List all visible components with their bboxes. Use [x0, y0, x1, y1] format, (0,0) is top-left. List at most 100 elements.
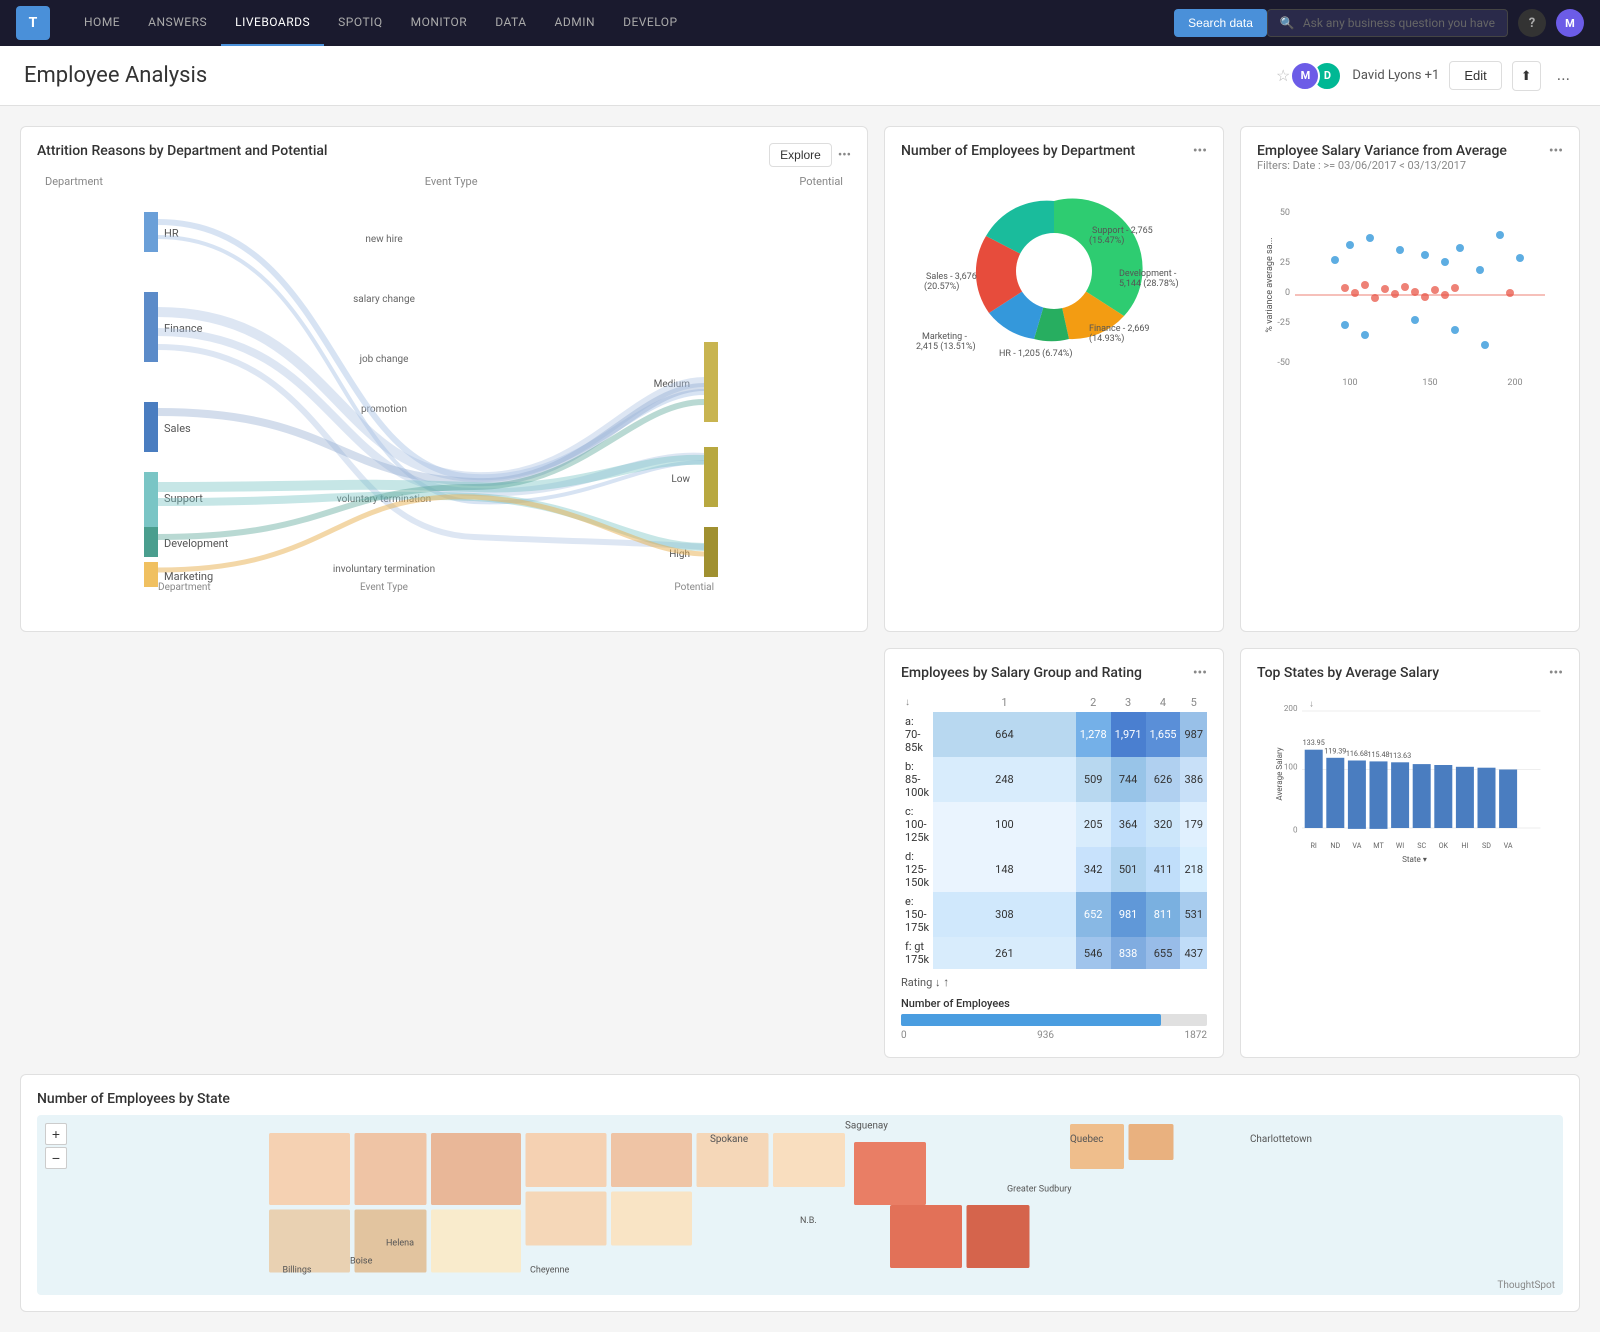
bar-ri: [1305, 750, 1323, 828]
header-actions: M D David Lyons +1 Edit ⬆ ...: [1290, 61, 1576, 91]
map-zoom-in[interactable]: +: [45, 1123, 67, 1145]
cell-c3: 364: [1111, 802, 1146, 847]
cell-c1: 100: [933, 802, 1076, 847]
dept-sales-label: Sales: [164, 422, 191, 435]
label-wi: WI: [1396, 841, 1404, 850]
edit-button[interactable]: Edit: [1449, 61, 1501, 90]
dept-hr-node: [144, 212, 158, 252]
state-sd: [526, 1192, 607, 1246]
cell-b2: 509: [1076, 757, 1111, 802]
map-watermark: ThoughtSpot: [1497, 1280, 1555, 1291]
cell-d1: 148: [933, 847, 1076, 892]
cell-f2: 546: [1076, 937, 1111, 969]
nav-answers[interactable]: ANSWERS: [134, 0, 221, 46]
state-mi: [773, 1133, 845, 1187]
bdot15: [1481, 341, 1489, 349]
donut-label-marketing: Marketing -: [922, 332, 967, 342]
charts-row-2: Employees by Salary Group and Rating •••…: [20, 648, 1580, 1058]
cell-d4: 411: [1146, 847, 1181, 892]
cell-d5: 218: [1180, 847, 1207, 892]
potential-low-label: Low: [671, 474, 690, 485]
search-data-button[interactable]: Search data: [1174, 9, 1267, 37]
explore-button[interactable]: Explore: [769, 143, 832, 167]
global-search-bar[interactable]: 🔍 Ask any business question you have: [1267, 9, 1508, 37]
map-label-cheyenne: Cheyenne: [530, 1266, 569, 1276]
flow-finance-high: [158, 347, 704, 547]
cell-f5: 437: [1180, 937, 1207, 969]
salary-variance-more[interactable]: •••: [1549, 143, 1563, 159]
map-zoom-out[interactable]: −: [45, 1147, 67, 1169]
user-avatar[interactable]: M: [1556, 9, 1584, 37]
collaborators-label: David Lyons +1: [1352, 68, 1439, 83]
salary-group-card: Employees by Salary Group and Rating •••…: [884, 648, 1224, 1058]
state-ny: [1070, 1124, 1124, 1169]
nav-develop[interactable]: DEVELOP: [609, 0, 692, 46]
bdot12: [1361, 331, 1369, 339]
nav-liveboards[interactable]: LIVEBOARDS: [221, 0, 324, 46]
bdot1: [1331, 256, 1339, 264]
charts-row-1: Attrition Reasons by Department and Pote…: [20, 126, 1580, 632]
state-nd: [526, 1133, 607, 1187]
cell-d3: 501: [1111, 847, 1146, 892]
top-navigation: T HOME ANSWERS LIVEBOARDS SPOTIQ MONITOR…: [0, 0, 1600, 46]
val-mt: 115.48: [1367, 750, 1389, 759]
bar-sd: [1478, 768, 1496, 828]
heatmap-col-salary: ↓: [901, 693, 933, 712]
donut-label-sales: Sales - 3,676: [926, 272, 977, 282]
bdot2: [1346, 241, 1354, 249]
dept-dev-node: [144, 527, 158, 557]
heatmap-bar-label: Number of Employees: [901, 997, 1207, 1010]
event-newhire: new hire: [365, 234, 402, 245]
val-va1: 116.68: [1346, 749, 1368, 758]
app-logo[interactable]: T: [16, 6, 50, 40]
dot11: [1441, 291, 1449, 299]
state-sc: [967, 1205, 1030, 1268]
nav-admin[interactable]: ADMIN: [541, 0, 610, 46]
donut-label-support: Support - 2,765: [1092, 226, 1153, 236]
dept-sales-node: [144, 402, 158, 452]
favorite-icon[interactable]: ☆: [1276, 66, 1290, 85]
salary-variance-filter: Filters: Date : >= 03/06/2017 < 03/13/20…: [1257, 159, 1507, 172]
row-label-e: e: 150-175k: [901, 892, 933, 937]
salary-group-more[interactable]: •••: [1193, 665, 1207, 681]
nav-data[interactable]: DATA: [481, 0, 540, 46]
map-label-charlottetown: Charlottetown: [1250, 1134, 1312, 1145]
state-id: [355, 1133, 427, 1205]
bar-sc: [1413, 764, 1431, 828]
attrition-more-icon[interactable]: •••: [838, 148, 851, 163]
more-options-button[interactable]: ...: [1551, 63, 1576, 89]
donut-chart: Support - 2,765 (15.47%) Development - 5…: [901, 171, 1207, 371]
flow-hr-low: [158, 237, 704, 502]
label-ok: OK: [1439, 841, 1449, 850]
cell-d2: 342: [1076, 847, 1111, 892]
heatmap-bottom: Number of Employees 0 936 1872: [901, 997, 1207, 1041]
cell-f4: 655: [1146, 937, 1181, 969]
bar-mt: [1370, 761, 1388, 829]
share-button[interactable]: ⬆: [1512, 61, 1541, 91]
val-ri: 133.95: [1303, 738, 1325, 747]
bar-va1: [1348, 761, 1366, 829]
map-label-billings: Billings: [283, 1266, 312, 1276]
employees-dept-more[interactable]: •••: [1193, 143, 1207, 159]
map-controls: + −: [45, 1123, 67, 1169]
help-button[interactable]: ?: [1518, 9, 1546, 37]
page-title: Employee Analysis: [24, 63, 1266, 88]
heatmap-col-4: 4: [1146, 693, 1181, 712]
state-me: [1129, 1124, 1174, 1160]
row2-spacer: [20, 648, 868, 1058]
state-mn: [611, 1133, 692, 1187]
attrition-title: Attrition Reasons by Department and Pote…: [37, 143, 328, 159]
cell-e2: 652: [1076, 892, 1111, 937]
nav-links: HOME ANSWERS LIVEBOARDS SPOTIQ MONITOR D…: [70, 0, 1164, 46]
nav-monitor[interactable]: MONITOR: [397, 0, 482, 46]
nav-spotiq[interactable]: SPOTIQ: [324, 0, 396, 46]
cell-b3: 744: [1111, 757, 1146, 802]
y-100-bar: 100: [1284, 762, 1298, 772]
state-mt: [431, 1133, 521, 1205]
bdot7: [1456, 244, 1464, 252]
potential-high-node: [704, 527, 718, 577]
nav-home[interactable]: HOME: [70, 0, 134, 46]
dot1: [1341, 284, 1349, 292]
row-label-d: d: 125-150k: [901, 847, 933, 892]
top-states-more[interactable]: •••: [1549, 665, 1563, 681]
